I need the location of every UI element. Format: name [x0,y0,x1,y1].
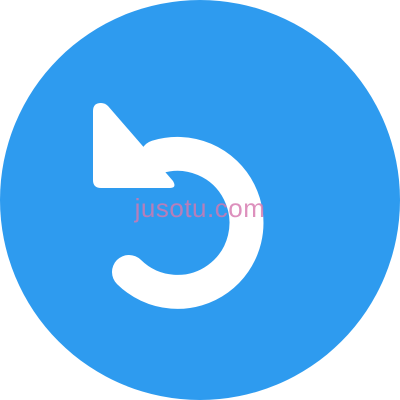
icon-background-circle [0,0,400,400]
undo-icon-canvas: jusotu.com [0,0,400,400]
undo-icon[interactable] [0,0,400,400]
